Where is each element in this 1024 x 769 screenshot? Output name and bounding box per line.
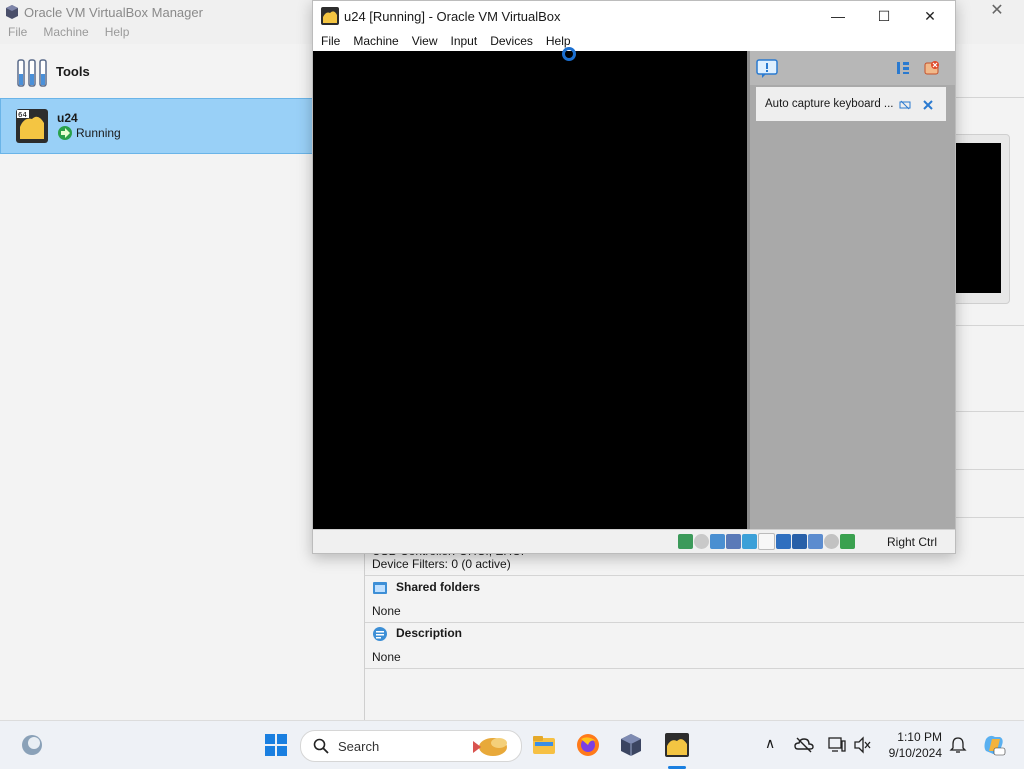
divider	[365, 622, 1024, 623]
dont-show-again-icon[interactable]	[899, 99, 911, 111]
u24-vm-taskbar-icon[interactable]	[665, 733, 689, 757]
menu-machine[interactable]: Machine	[353, 31, 398, 51]
usb-icon[interactable]	[742, 534, 757, 549]
menu-machine[interactable]: Machine	[43, 25, 88, 39]
notification-message[interactable]: Auto capture keyboard ...	[756, 87, 946, 121]
manager-title: Oracle VM VirtualBox Manager	[24, 5, 203, 20]
shared-folders-value: None	[372, 604, 401, 618]
vm-state: Running	[76, 126, 121, 140]
vm-list-item-u24[interactable]: 64 u24 Running	[0, 98, 364, 154]
divider	[365, 668, 1024, 669]
shared-folders-header[interactable]: Shared folders	[372, 580, 480, 596]
clock-date: 9/10/2024	[888, 746, 942, 760]
windows-taskbar: Search ∧ 1:10 PM 9/10/2024	[0, 720, 1024, 769]
recording-icon[interactable]	[792, 534, 807, 549]
chevron-up-icon[interactable]: ∧	[765, 735, 775, 752]
start-icon[interactable]	[264, 733, 288, 757]
busy-cursor-icon	[562, 47, 576, 61]
tools-label: Tools	[56, 64, 90, 79]
file-explorer-icon[interactable]	[532, 733, 556, 757]
mouse-integration-icon[interactable]	[824, 534, 839, 549]
close-notification-icon[interactable]	[922, 99, 934, 111]
device-filters-row: Device Filters: 0 (0 active)	[372, 557, 511, 571]
menu-file[interactable]: File	[321, 31, 340, 51]
sort-icon[interactable]	[895, 60, 911, 76]
close-button[interactable]: ✕	[907, 1, 953, 31]
description-value: None	[372, 650, 401, 664]
vm-display[interactable]	[313, 51, 747, 529]
notification-bell-icon[interactable]	[949, 736, 967, 754]
search-icon	[313, 738, 329, 754]
taskbar-search[interactable]: Search	[300, 730, 522, 762]
clock-time: 1:10 PM	[897, 730, 942, 744]
running-arrow-icon	[58, 126, 72, 140]
firefox-icon[interactable]	[576, 733, 600, 757]
vm-name: u24	[57, 111, 78, 125]
taskbar-clock[interactable]: 1:10 PM 9/10/2024	[884, 729, 942, 761]
network-speaker-icon[interactable]	[853, 736, 871, 754]
ubuntu-vm-icon	[321, 7, 339, 25]
divider	[365, 575, 1024, 576]
virtualbox-app-icon	[6, 5, 18, 19]
description-icon	[373, 627, 387, 641]
cloud-offline-icon[interactable]	[794, 735, 814, 755]
menu-devices[interactable]: Devices	[490, 31, 533, 51]
shared-folders-title: Shared folders	[396, 580, 481, 595]
description-header[interactable]: Description	[372, 626, 462, 642]
network-icon[interactable]	[726, 534, 741, 549]
menu-help[interactable]: Help	[105, 25, 130, 39]
clear-all-icon[interactable]	[924, 60, 940, 76]
description-title: Description	[396, 626, 463, 641]
vm-window-title: u24 [Running] - Oracle VM VirtualBox	[344, 9, 561, 24]
host-key-label[interactable]: Right Ctrl	[887, 535, 937, 549]
menu-view[interactable]: View	[412, 31, 438, 51]
notification-bubble-icon[interactable]	[756, 59, 778, 79]
vm-menu-bar: File Machine View Input Devices Help	[313, 31, 955, 51]
folder-icon	[373, 582, 387, 594]
manager-menu-bar: File Machine Help	[0, 25, 137, 43]
menu-input[interactable]: Input	[451, 31, 478, 51]
notification-toolbar	[750, 51, 955, 85]
hard-disk-icon[interactable]	[678, 534, 693, 549]
vm-window: u24 [Running] - Oracle VM VirtualBox — ☐…	[312, 0, 956, 554]
audio-icon[interactable]	[710, 534, 725, 549]
vm-title-bar[interactable]: u24 [Running] - Oracle VM VirtualBox — ☐…	[313, 1, 955, 31]
keyboard-capture-icon[interactable]	[840, 534, 855, 549]
virtualbox-taskbar-icon[interactable]	[619, 733, 643, 757]
search-label: Search	[338, 739, 380, 754]
copilot-icon[interactable]	[982, 733, 1006, 757]
minimize-button[interactable]: —	[815, 1, 861, 31]
maximize-button[interactable]: ☐	[861, 1, 907, 31]
manager-close-button[interactable]: ✕	[982, 0, 1012, 22]
tools-icon	[17, 59, 47, 87]
shared-folders-icon[interactable]	[758, 533, 775, 550]
display-settings-icon[interactable]	[828, 736, 846, 754]
vm-preview-screen	[955, 143, 1001, 293]
status-icons	[678, 533, 856, 550]
virtualization-icon[interactable]	[808, 534, 823, 549]
os-badge-64: 64	[18, 111, 27, 119]
search-highlight-icon	[473, 738, 507, 756]
widgets-icon[interactable]	[20, 733, 44, 757]
notification-text: Auto capture keyboard ...	[765, 98, 894, 110]
ubuntu-vm-icon: 64	[16, 109, 48, 143]
vm-status-bar: Right Ctrl	[313, 529, 955, 553]
optical-drive-icon[interactable]	[694, 534, 709, 549]
machine-list-pane: Tools 64 u24 Running	[0, 44, 365, 720]
menu-file[interactable]: File	[8, 25, 27, 39]
notification-center: Auto capture keyboard ...	[747, 51, 955, 529]
display-icon[interactable]	[776, 534, 791, 549]
tools-item[interactable]: Tools	[0, 52, 364, 96]
